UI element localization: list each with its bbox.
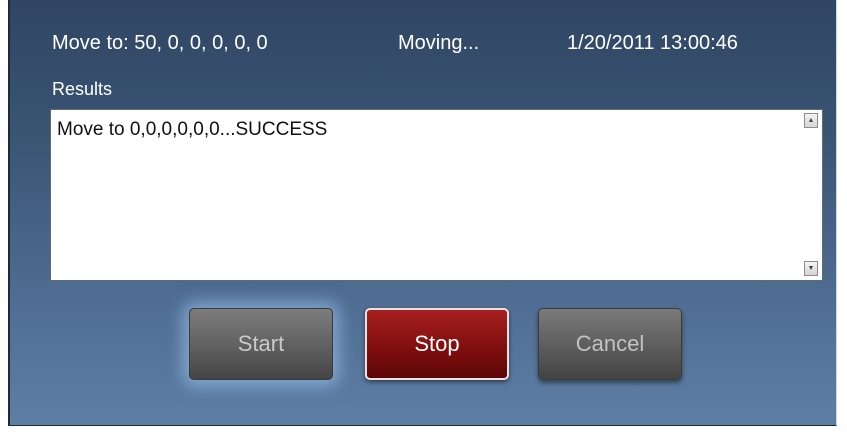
start-button[interactable]: Start (189, 308, 333, 380)
results-scrollbar[interactable]: ▲ ▼ (802, 110, 822, 280)
motion-status-text: Moving... (398, 32, 480, 54)
stop-button[interactable]: Stop (365, 308, 509, 380)
cancel-button[interactable]: Cancel (538, 308, 682, 380)
move-target-readout: Move to: 50, 0, 0, 0, 0, 0 (52, 32, 268, 54)
scroll-down-arrow-icon[interactable]: ▼ (804, 261, 818, 276)
results-textbox[interactable]: Move to 0,0,0,0,0,0...SUCCESS ▲ ▼ (50, 109, 823, 281)
results-label: Results (52, 79, 113, 99)
results-line: Move to 0,0,0,0,0,0...SUCCESS (57, 119, 328, 140)
motion-control-panel: Move to: 50, 0, 0, 0, 0, 0 Moving... 1/2… (8, 0, 837, 426)
scroll-up-arrow-icon[interactable]: ▲ (804, 113, 818, 128)
timestamp-text: 1/20/2011 13:00:46 (567, 32, 738, 54)
